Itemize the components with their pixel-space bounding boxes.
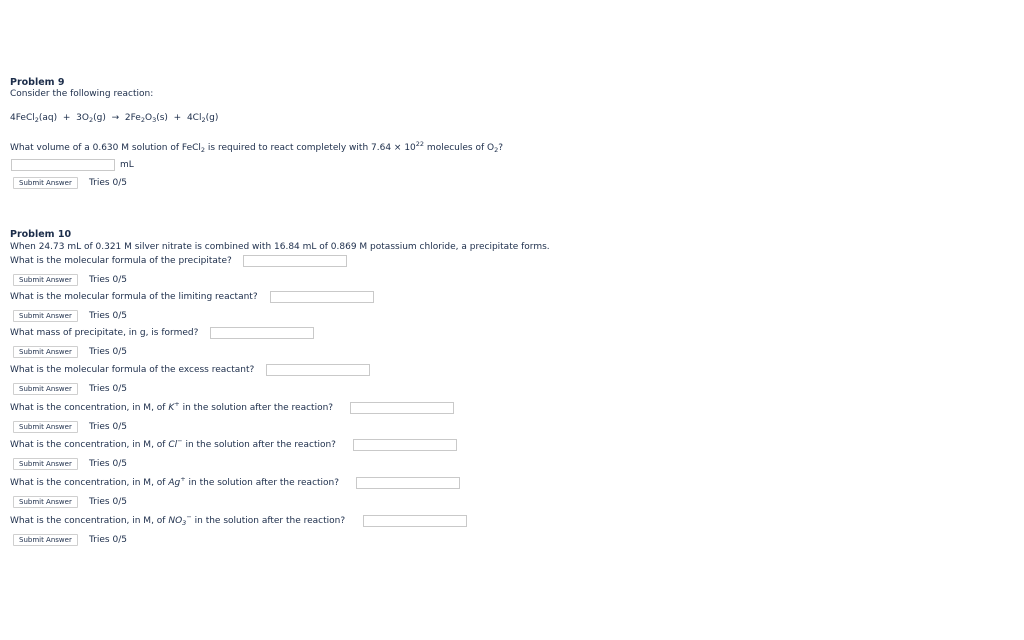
product-1: 2Fe: [124, 113, 141, 123]
ion-symbol: Ag: [168, 478, 181, 488]
product-2: 4Cl: [186, 113, 202, 123]
problem-10-q6-tries: Tries 0/5: [89, 459, 127, 469]
question-text: What is the concentration, in M, of: [10, 478, 169, 488]
reaction-arrow-icon: →: [111, 113, 120, 123]
question-text: What is the concentration, in M, of: [10, 440, 169, 450]
problem-10-q1-submit-button[interactable]: Submit Answer: [13, 274, 78, 286]
problem-10-q8-submit-button[interactable]: Submit Answer: [13, 534, 78, 546]
question-text: in the solution after the reaction?: [185, 478, 340, 488]
problem-10-q5-tries: Tries 0/5: [89, 422, 127, 432]
problem-10-q8-input[interactable]: [363, 515, 467, 527]
problem-10-q1-tries: Tries 0/5: [89, 275, 127, 285]
reactant-2-state: (g): [93, 113, 106, 123]
problem-9-title: Problem 9: [10, 77, 65, 88]
question-exponent: 22: [415, 140, 425, 148]
question-text: ?: [498, 143, 504, 153]
problem-10-intro: When 24.73 mL of 0.321 M silver nitrate …: [10, 242, 550, 252]
problem-10-q4-submit-button[interactable]: Submit Answer: [13, 383, 78, 395]
problem-10-q2-input[interactable]: [270, 291, 374, 303]
problem-9-submit-button[interactable]: Submit Answer: [13, 177, 78, 189]
problem-10-q5-input[interactable]: [350, 402, 454, 414]
problem-10-q6-input[interactable]: [353, 439, 457, 451]
problem-9-unit: mL: [120, 160, 134, 170]
plus-sign: +: [173, 113, 182, 123]
question-text: is required to react completely with 7.6…: [205, 143, 416, 153]
problem-10-q5-submit-button[interactable]: Submit Answer: [13, 421, 78, 433]
problem-10-title: Problem 10: [10, 229, 72, 240]
question-text: in the solution after the reaction?: [182, 440, 336, 450]
problem-9-reaction: 4FeCl2(aq) + 3O2(g) → 2Fe2O3(s) + 4Cl2(g…: [10, 113, 218, 123]
problem-10-q1: What is the molecular formula of the pre…: [10, 256, 232, 266]
question-text: What is the concentration, in M, of: [10, 403, 169, 413]
product-2-state: (g): [205, 113, 219, 123]
reactant-1-state: (aq): [38, 113, 58, 123]
problem-9-answer-input[interactable]: [11, 159, 115, 171]
problem-10-q8-tries: Tries 0/5: [89, 535, 127, 545]
ion-symbol: NO: [168, 516, 183, 526]
product-1-oxygen: O: [144, 113, 153, 123]
problem-10-q4: What is the molecular formula of the exc…: [10, 365, 255, 375]
problem-10-q4-input[interactable]: [266, 364, 370, 376]
problem-10-q2-submit-button[interactable]: Submit Answer: [13, 310, 78, 322]
problem-10-q3-submit-button[interactable]: Submit Answer: [13, 346, 78, 358]
problem-10-q7: What is the concentration, in M, of Ag+ …: [10, 476, 340, 488]
problem-10-q3-tries: Tries 0/5: [89, 347, 127, 357]
question-text: molecules of O: [424, 143, 495, 153]
problem-10-q7-input[interactable]: [356, 477, 460, 489]
problem-10-q6: What is the concentration, in M, of Cl− …: [10, 438, 336, 450]
problem-10-q8: What is the concentration, in M, of NO3−…: [10, 514, 346, 527]
problem-10-q5: What is the concentration, in M, of K+ i…: [10, 401, 334, 413]
question-text: What volume of a 0.630 M solution of FeC…: [10, 143, 201, 153]
problem-9-question: What volume of a 0.630 M solution of FeC…: [10, 140, 504, 154]
problem-10-q3: What mass of precipitate, in g, is forme…: [10, 328, 199, 338]
reactant-1: 4FeCl: [10, 113, 35, 123]
ion-symbol: Cl: [168, 440, 178, 450]
problem-10-q7-submit-button[interactable]: Submit Answer: [13, 496, 78, 508]
question-text: in the solution after the reaction?: [191, 516, 346, 526]
question-text: in the solution after the reaction?: [179, 403, 334, 413]
problem-10-q7-tries: Tries 0/5: [89, 497, 127, 507]
problem-10-q6-submit-button[interactable]: Submit Answer: [13, 458, 78, 470]
problem-10-q1-input[interactable]: [243, 255, 347, 267]
reactant-2: 3O: [76, 113, 89, 123]
problem-10-q2-tries: Tries 0/5: [89, 311, 127, 321]
problem-10-q3-input[interactable]: [210, 327, 314, 339]
problem-10-q2: What is the molecular formula of the lim…: [10, 292, 258, 302]
problem-10-q4-tries: Tries 0/5: [89, 384, 127, 394]
problem-9-tries: Tries 0/5: [89, 178, 127, 188]
problem-9-intro: Consider the following reaction:: [10, 89, 154, 99]
plus-sign: +: [62, 113, 71, 123]
question-text: What is the concentration, in M, of: [10, 516, 169, 526]
product-1-state: (s): [156, 113, 168, 123]
